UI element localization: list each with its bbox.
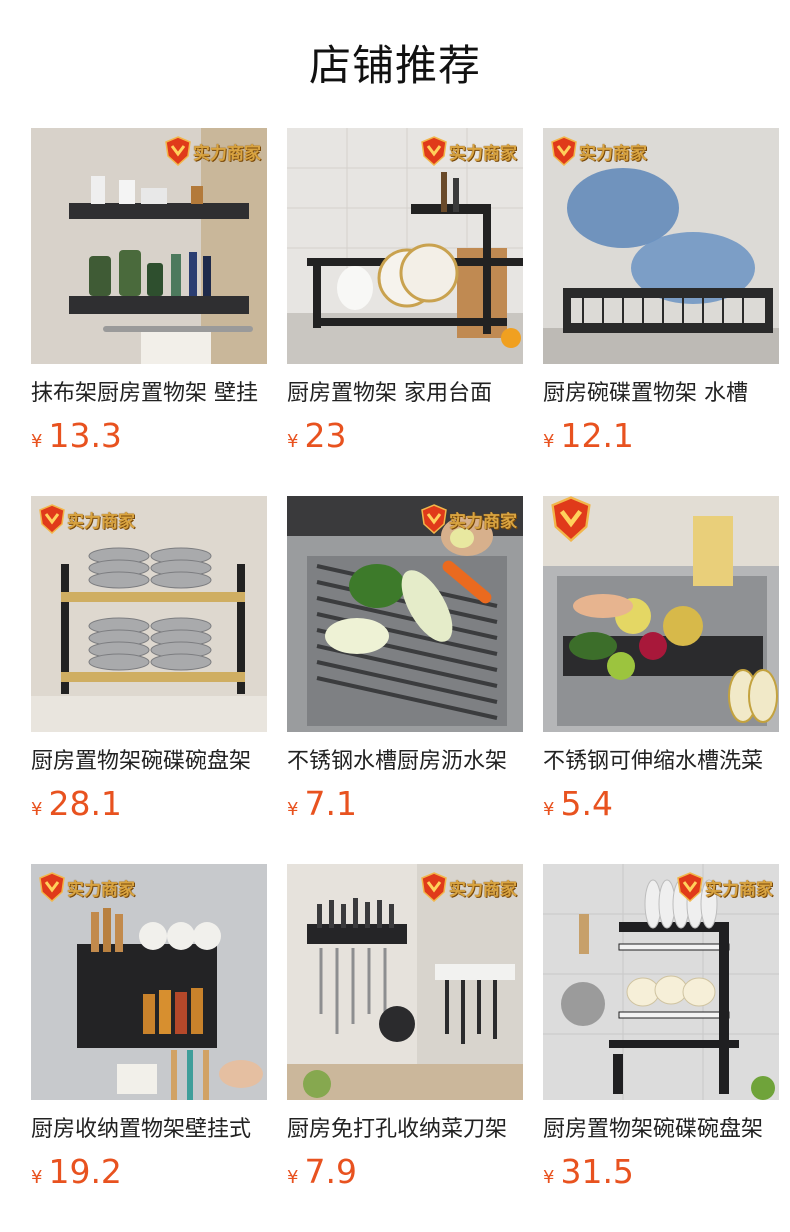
currency-symbol: ¥ [31, 799, 43, 820]
product-card[interactable]: 实力商家 厨房收纳置物架壁挂式 ¥19.2 [31, 864, 267, 1204]
merchant-badge: 实力商家 [677, 870, 773, 904]
badge-label: 实力商家 [705, 879, 773, 900]
product-price: ¥5.4 [543, 784, 779, 830]
merchant-badge: 实力商家 [39, 870, 135, 904]
product-image[interactable]: 实力商家 [31, 864, 267, 1100]
product-price: ¥7.9 [287, 1152, 523, 1198]
product-card[interactable]: 实力商家 厨房置物架碗碟碗盘架 ¥28.1 [31, 496, 267, 836]
shield-icon [551, 136, 577, 166]
product-card[interactable]: 实力商家 抹布架厨房置物架 壁挂 ¥13.3 [31, 128, 267, 468]
product-name[interactable]: 厨房免打孔收纳菜刀架 [287, 1114, 523, 1146]
product-name[interactable]: 不锈钢水槽厨房沥水架 [287, 746, 523, 778]
product-image[interactable]: 实力商家 [543, 864, 779, 1100]
product-name[interactable]: 厨房置物架 家用台面 [287, 378, 523, 410]
product-name[interactable]: 厨房碗碟置物架 水槽 [543, 378, 779, 410]
product-name[interactable]: 厨房置物架碗碟碗盘架 [543, 1114, 779, 1146]
product-card[interactable]: 不锈钢可伸缩水槽洗菜 ¥5.4 [543, 496, 779, 836]
shield-icon [421, 136, 447, 166]
merchant-badge: 实力商家 [39, 502, 135, 536]
badge-label: 实力商家 [67, 879, 135, 900]
product-image[interactable] [543, 496, 779, 732]
merchant-badge: 实力商家 [421, 870, 517, 904]
product-price: ¥23 [287, 416, 523, 462]
shield-icon [421, 504, 447, 534]
product-image[interactable]: 实力商家 [287, 864, 523, 1100]
currency-symbol: ¥ [287, 1167, 299, 1188]
merchant-badge: 实力商家 [421, 502, 517, 536]
product-card[interactable]: 实力商家 不锈钢水槽厨房沥水架 ¥7.1 [287, 496, 523, 836]
product-price: ¥12.1 [543, 416, 779, 462]
price-amount: 13.3 [48, 416, 122, 455]
price-amount: 7.9 [304, 1152, 357, 1191]
price-amount: 5.4 [560, 784, 613, 823]
badge-label: 实力商家 [449, 511, 517, 532]
badge-label: 实力商家 [67, 511, 135, 532]
product-card[interactable]: 实力商家 厨房置物架 家用台面 ¥23 [287, 128, 523, 468]
product-name[interactable]: 抹布架厨房置物架 壁挂 [31, 378, 267, 410]
shield-icon [39, 872, 65, 902]
price-amount: 19.2 [48, 1152, 122, 1191]
price-amount: 31.5 [560, 1152, 634, 1191]
product-price: ¥7.1 [287, 784, 523, 830]
currency-symbol: ¥ [31, 1167, 43, 1188]
product-name[interactable]: 厨房置物架碗碟碗盘架 [31, 746, 267, 778]
product-price: ¥28.1 [31, 784, 267, 830]
shield-icon [39, 504, 65, 534]
product-card[interactable]: 实力商家 厨房免打孔收纳菜刀架 ¥7.9 [287, 864, 523, 1204]
product-price: ¥31.5 [543, 1152, 779, 1198]
product-image[interactable]: 实力商家 [31, 496, 267, 732]
price-amount: 23 [304, 416, 347, 455]
shield-icon [165, 136, 191, 166]
product-image[interactable]: 实力商家 [31, 128, 267, 364]
product-name[interactable]: 厨房收纳置物架壁挂式 [31, 1114, 267, 1146]
product-price: ¥13.3 [31, 416, 267, 462]
currency-symbol: ¥ [543, 799, 555, 820]
badge-label: 实力商家 [449, 143, 517, 164]
currency-symbol: ¥ [543, 1167, 555, 1188]
section-title: 店铺推荐 [308, 41, 481, 90]
badge-label: 实力商家 [579, 143, 647, 164]
merchant-badge: 实力商家 [165, 134, 261, 168]
shield-icon [421, 872, 447, 902]
shield-icon [677, 872, 703, 902]
product-image[interactable]: 实力商家 [543, 128, 779, 364]
currency-symbol: ¥ [543, 431, 555, 452]
currency-symbol: ¥ [287, 799, 299, 820]
currency-symbol: ¥ [31, 431, 43, 452]
price-amount: 28.1 [48, 784, 122, 823]
price-amount: 7.1 [304, 784, 357, 823]
badge-label: 实力商家 [193, 143, 261, 164]
product-card[interactable]: 实力商家 厨房碗碟置物架 水槽 ¥12.1 [543, 128, 779, 468]
badge-label: 实力商家 [449, 879, 517, 900]
merchant-badge: 实力商家 [551, 134, 647, 168]
product-card[interactable]: 实力商家 厨房置物架碗碟碗盘架 ¥31.5 [543, 864, 779, 1204]
shield-icon [551, 496, 591, 542]
product-image[interactable]: 实力商家 [287, 496, 523, 732]
merchant-badge: 实力商家 [421, 134, 517, 168]
product-name[interactable]: 不锈钢可伸缩水槽洗菜 [543, 746, 779, 778]
product-image[interactable]: 实力商家 [287, 128, 523, 364]
merchant-badge [551, 496, 591, 542]
price-amount: 12.1 [560, 416, 634, 455]
currency-symbol: ¥ [287, 431, 299, 452]
product-price: ¥19.2 [31, 1152, 267, 1198]
